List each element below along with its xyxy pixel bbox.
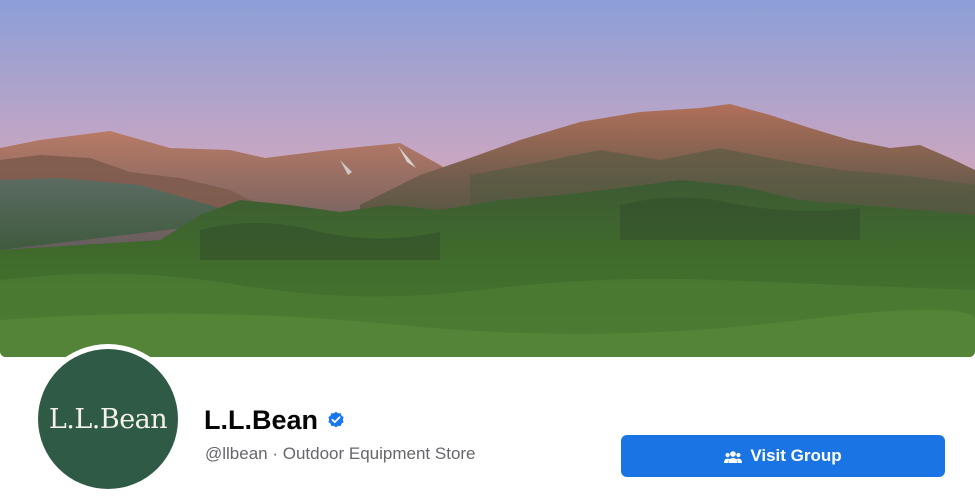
avatar[interactable]: L.L.Bean [38, 349, 178, 489]
logo-text: L.L.Bean [48, 403, 168, 435]
mountain-landscape-image [0, 0, 975, 357]
verified-badge-icon [327, 411, 345, 429]
page-title[interactable]: L.L.Bean [204, 404, 318, 436]
page-subtitle: @llbean · Outdoor Equipment Store [205, 444, 476, 463]
visit-group-label: Visit Group [750, 446, 842, 465]
group-icon [724, 449, 743, 463]
page-name-row: L.L.Bean [204, 404, 345, 436]
visit-group-button[interactable]: Visit Group [621, 435, 945, 477]
cover-photo[interactable] [0, 0, 975, 357]
